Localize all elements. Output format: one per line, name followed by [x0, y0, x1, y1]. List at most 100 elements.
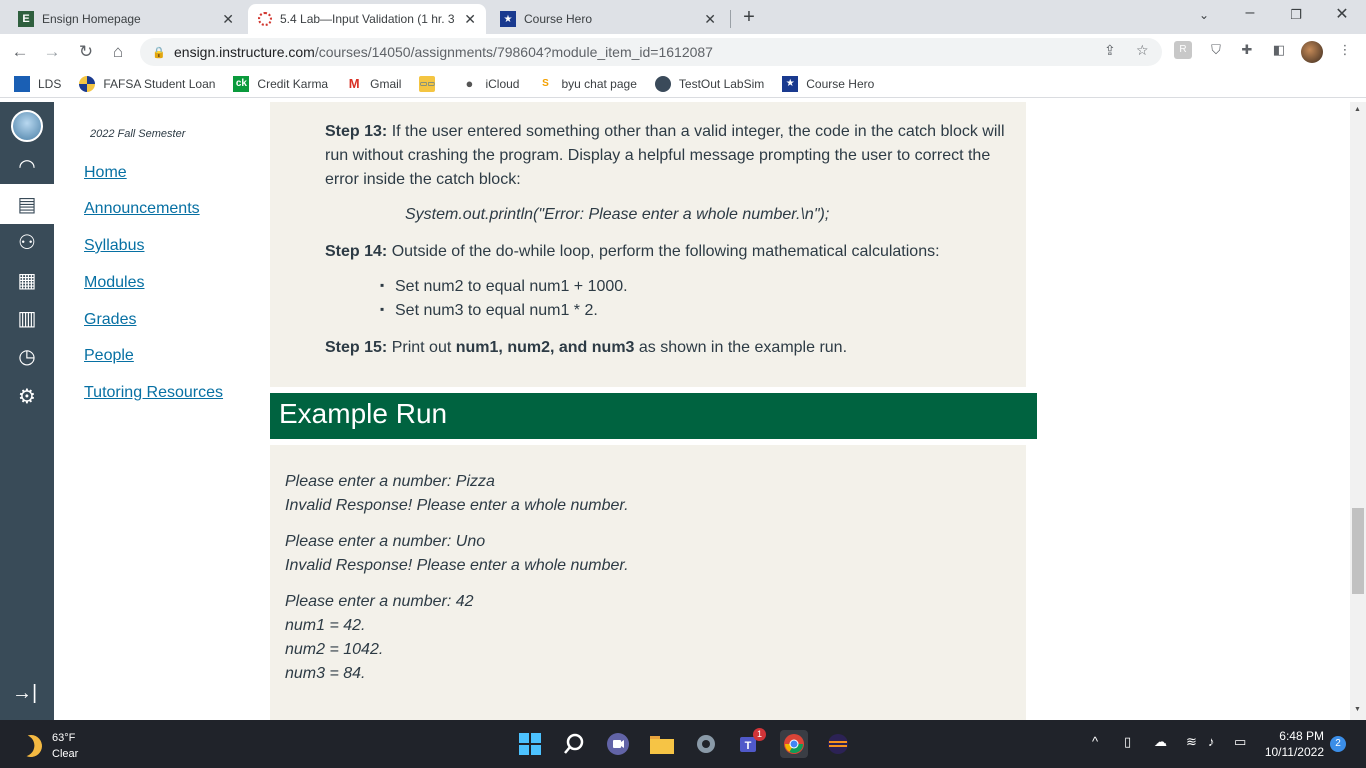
new-tab-button[interactable]: +: [738, 6, 760, 29]
scroll-down-arrow-icon[interactable]: ▼: [1354, 706, 1361, 713]
dashboard-icon[interactable]: ◠: [11, 150, 43, 182]
bullet-item: Set num3 to equal num1 * 2.: [380, 302, 598, 320]
bookmark-lds[interactable]: LDS: [14, 75, 61, 92]
output-line: Please enter a number: Uno: [285, 533, 486, 550]
address-bar[interactable]: 🔒 ensign.instructure.com/courses/14050/a…: [140, 38, 1162, 66]
fafsa-icon: [79, 75, 96, 92]
tab-ensign-homepage[interactable]: E Ensign Homepage ✕: [8, 4, 244, 34]
example-run-heading: Example Run: [270, 393, 1037, 439]
course-nav-people[interactable]: People: [84, 347, 134, 365]
course-nav-syllabus[interactable]: Syllabus: [84, 237, 144, 255]
clock-time: 6:48 PM: [1279, 729, 1324, 743]
start-windows-icon[interactable]: [516, 730, 544, 758]
bookmark-unlabeled[interactable]: ▭▭: [419, 75, 443, 92]
puzzle-icon[interactable]: ✚: [1238, 41, 1256, 59]
course-navigation: 2022 Fall Semester Home Announcements Sy…: [54, 102, 270, 720]
onedrive-cloud-icon[interactable]: ☁: [1154, 734, 1167, 750]
school-logo[interactable]: [11, 110, 43, 142]
extension-icon[interactable]: R: [1174, 41, 1192, 59]
bookmark-byu-chat[interactable]: Sbyu chat page: [537, 76, 637, 92]
teams-chat-icon[interactable]: [604, 730, 632, 758]
bullet-item: Set num2 to equal num1 + 1000.: [380, 278, 628, 296]
shield-icon[interactable]: ⛉: [1207, 41, 1225, 59]
output-line: num1 = 42.: [285, 617, 366, 634]
forward-button[interactable]: →: [40, 40, 64, 64]
side-panel-icon[interactable]: ◧: [1270, 41, 1288, 59]
restore-button[interactable]: ❐: [1284, 7, 1308, 23]
home-button[interactable]: ⌂: [106, 40, 130, 64]
search-icon[interactable]: [560, 730, 588, 758]
groups-icon[interactable]: ⚇: [11, 226, 43, 258]
course-nav-modules[interactable]: Modules: [84, 274, 144, 292]
minimize-button[interactable]: –: [1238, 4, 1262, 22]
volume-icon[interactable]: ♪: [1208, 734, 1215, 749]
bookmark-icloud[interactable]: ● iCloud: [461, 76, 520, 92]
settings-gear-icon[interactable]: [692, 730, 720, 758]
tab-course-hero[interactable]: ★ Course Hero ✕: [490, 4, 726, 34]
weather-widget[interactable]: 63°F Clear: [20, 730, 78, 762]
tab-separator: [730, 10, 731, 28]
scrollbar-thumb[interactable]: [1352, 508, 1364, 594]
lds-icon: [14, 75, 30, 92]
share-icon[interactable]: ⇪: [1104, 42, 1116, 59]
more-menu-icon[interactable]: ⋮: [1336, 41, 1354, 59]
course-nav-tutoring[interactable]: Tutoring Resources: [84, 384, 223, 402]
step13-line2: run without crashing the program. Displa…: [325, 147, 991, 164]
bookmark-course-hero[interactable]: ★ Course Hero: [782, 75, 874, 92]
assignment-content: Step 13: If the user entered something o…: [270, 102, 1350, 720]
bookmark-fafsa[interactable]: FAFSA Student Loan: [79, 75, 215, 92]
scroll-up-arrow-icon[interactable]: ▲: [1354, 106, 1361, 113]
profile-avatar[interactable]: [1301, 41, 1323, 63]
history-clock-icon[interactable]: ◷: [11, 340, 43, 372]
notification-badge[interactable]: 2: [1330, 736, 1346, 752]
ensign-logo-icon: E: [18, 11, 34, 27]
bookmark-gmail[interactable]: M Gmail: [346, 76, 402, 92]
close-icon[interactable]: ✕: [222, 11, 234, 28]
bookmarks-bar: LDS FAFSA Student Loan ck Credit Karma MG…: [0, 70, 1366, 98]
course-nav-home[interactable]: Home: [84, 164, 127, 182]
tab-title: 5.4 Lab—Input Validation (1 hr. 3: [280, 12, 455, 26]
output-line: Please enter a number: 42: [285, 593, 474, 610]
step13-line3: error inside the catch block:: [325, 171, 521, 188]
teams-icon[interactable]: T 1: [736, 728, 766, 758]
chrome-icon[interactable]: [780, 730, 808, 758]
courses-icon[interactable]: ▤: [11, 188, 43, 220]
back-button[interactable]: ←: [8, 40, 32, 64]
bookmark-testout[interactable]: TestOut LabSim: [654, 75, 764, 92]
course-hero-icon: ★: [500, 11, 516, 27]
global-navigation: ◠ ▤ ⚇ ▦ ▥ ◷ ⚙: [0, 102, 54, 720]
system-clock[interactable]: 6:48 PM 10/11/2022: [1264, 728, 1324, 760]
reload-button[interactable]: ↻: [74, 40, 98, 64]
page-scrollbar[interactable]: ▲ ▼: [1350, 102, 1366, 720]
tab-strip: E Ensign Homepage ✕ 5.4 Lab—Input Valida…: [0, 0, 1366, 34]
tab-search-chevron-icon[interactable]: ⌄: [1192, 8, 1216, 22]
close-icon[interactable]: ✕: [464, 11, 476, 28]
tray-chevron-icon[interactable]: ^: [1092, 734, 1098, 749]
course-hero-icon: ★: [782, 75, 799, 92]
bookmark-credit-karma[interactable]: ck Credit Karma: [233, 75, 328, 92]
wifi-icon[interactable]: ≋: [1186, 734, 1197, 750]
output-line: Please enter a number: Pizza: [285, 473, 495, 490]
help-gear-icon[interactable]: ⚙: [11, 380, 43, 412]
tab-title: Ensign Homepage: [42, 12, 141, 26]
windows-taskbar: 63°F Clear T 1 ^ ▯ ☁ ≋ ♪ ▭ 6:48 PM 10/11…: [0, 720, 1366, 768]
course-nav-announcements[interactable]: Announcements: [84, 200, 200, 218]
bookmark-star-icon[interactable]: ☆: [1136, 42, 1149, 59]
apple-icon: ●: [465, 76, 474, 91]
tab-input-validation[interactable]: 5.4 Lab—Input Validation (1 hr. 3 ✕: [248, 4, 486, 34]
file-explorer-icon[interactable]: [648, 730, 676, 758]
eclipse-icon[interactable]: [824, 730, 852, 758]
battery-icon[interactable]: ▭: [1234, 734, 1246, 750]
calendar-icon[interactable]: ▦: [11, 264, 43, 296]
usb-device-icon[interactable]: ▯: [1124, 734, 1131, 750]
collapse-nav-icon[interactable]: →|: [12, 682, 37, 705]
instructions-panel: Step 13: If the user entered something o…: [270, 102, 1026, 387]
close-icon[interactable]: ✕: [704, 11, 716, 28]
output-line: Invalid Response! Please enter a whole n…: [285, 497, 629, 514]
inbox-icon[interactable]: ▥: [11, 302, 43, 334]
testout-icon: [654, 75, 671, 92]
close-window-button[interactable]: ✕: [1330, 4, 1354, 24]
credit-karma-icon: ck: [233, 75, 250, 92]
gmail-icon: M: [348, 76, 360, 91]
course-nav-grades[interactable]: Grades: [84, 311, 136, 329]
